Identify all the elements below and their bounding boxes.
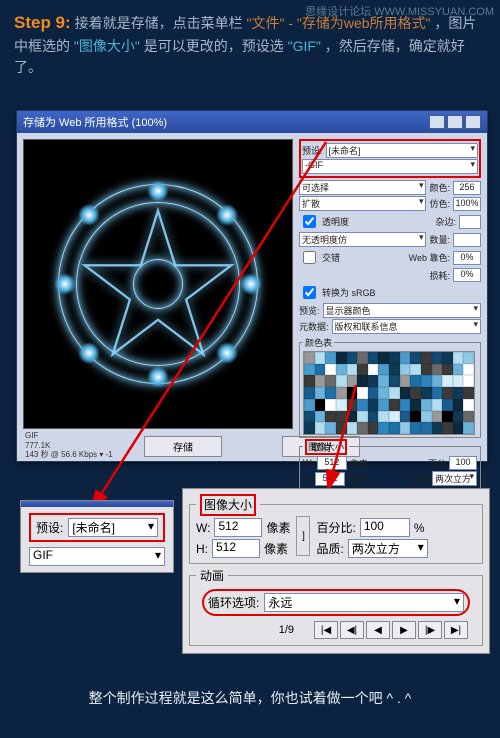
dither-field[interactable]: 100% <box>453 197 481 211</box>
diffusion-select[interactable]: 扩散 <box>299 196 426 211</box>
close-button[interactable] <box>465 115 481 129</box>
playback-button[interactable]: ▶ <box>392 621 416 639</box>
selective-select[interactable]: 可选择 <box>299 180 426 195</box>
width-field[interactable]: 512 <box>317 456 347 470</box>
color-swatches <box>303 351 475 435</box>
zoom-format-select[interactable]: GIF <box>29 547 165 566</box>
zoom-width[interactable]: 512 <box>214 518 262 537</box>
conclusion-text: 整个制作过程就是这么简单，你也试着做一个吧 ^ . ^ <box>0 688 500 708</box>
frame-indicator: 1/9 <box>279 624 294 636</box>
zoom-imagesize-detail: 图像大小 W:512像素 H:512像素 ] 百分比:100% 品质:两次立方 … <box>182 488 490 654</box>
maximize-button[interactable] <box>447 115 463 129</box>
playback-button[interactable]: ▶| <box>444 621 468 639</box>
preset-select[interactable]: [未命名] <box>326 143 478 158</box>
playback-button[interactable]: |◀ <box>314 621 338 639</box>
settings-panel: 预设:[未命名] -GIF 可选择颜色:256 扩散仿色:100% 透明度杂边:… <box>299 139 481 447</box>
trans-dither-select[interactable]: 无透明度仿 <box>299 232 426 247</box>
transparency-check[interactable] <box>303 215 316 228</box>
app-title: 存储为 Web 所用格式 (100%) <box>23 114 167 130</box>
image-size-section: 图像大小 W:512像素百分100 H:512像素品质两次立方 <box>299 440 481 490</box>
zoom-quality-select[interactable]: 两次立方 <box>348 539 428 558</box>
zoom-preset-select[interactable]: [未命名] <box>68 518 158 537</box>
minimize-button[interactable] <box>429 115 445 129</box>
interlace-check[interactable] <box>303 251 316 264</box>
color-table: 颜色表 <box>299 336 481 438</box>
titlebar: 存储为 Web 所用格式 (100%) <box>17 111 487 133</box>
zoom-loop-select[interactable]: 永远 <box>264 593 464 612</box>
colors-field[interactable]: 256 <box>453 181 481 195</box>
preview-canvas <box>23 139 293 429</box>
playback-button[interactable]: ◀ <box>366 621 390 639</box>
step-label: Step 9: <box>14 13 71 32</box>
playback-button[interactable]: |▶ <box>418 621 442 639</box>
zoom-percent[interactable]: 100 <box>360 518 410 537</box>
link-icon[interactable]: ] <box>296 516 310 556</box>
preview-select[interactable]: 显示器颜色 <box>323 303 481 318</box>
zoom-preset-detail: 预设:[未命名] GIF <box>20 500 174 573</box>
quality-select[interactable]: 两次立方 <box>432 471 477 486</box>
save-button[interactable]: 存储 <box>144 436 222 457</box>
srgb-check[interactable] <box>303 286 316 299</box>
magic-circle-star <box>80 206 236 362</box>
metadata-select[interactable]: 版权和联系信息 <box>332 319 481 334</box>
save-for-web-window: 存储为 Web 所用格式 (100%) GIF 777.1K 143 秒 @ 5… <box>16 110 488 462</box>
zoom-height[interactable]: 512 <box>212 539 260 558</box>
step9-instruction: Step 9: 接着就是存储，点击菜单栏 "文件" - "存储为web所用格式"… <box>14 10 486 78</box>
height-field[interactable]: 512 <box>315 472 345 486</box>
format-select[interactable]: -GIF <box>302 159 478 174</box>
playback-button[interactable]: ◀| <box>340 621 364 639</box>
